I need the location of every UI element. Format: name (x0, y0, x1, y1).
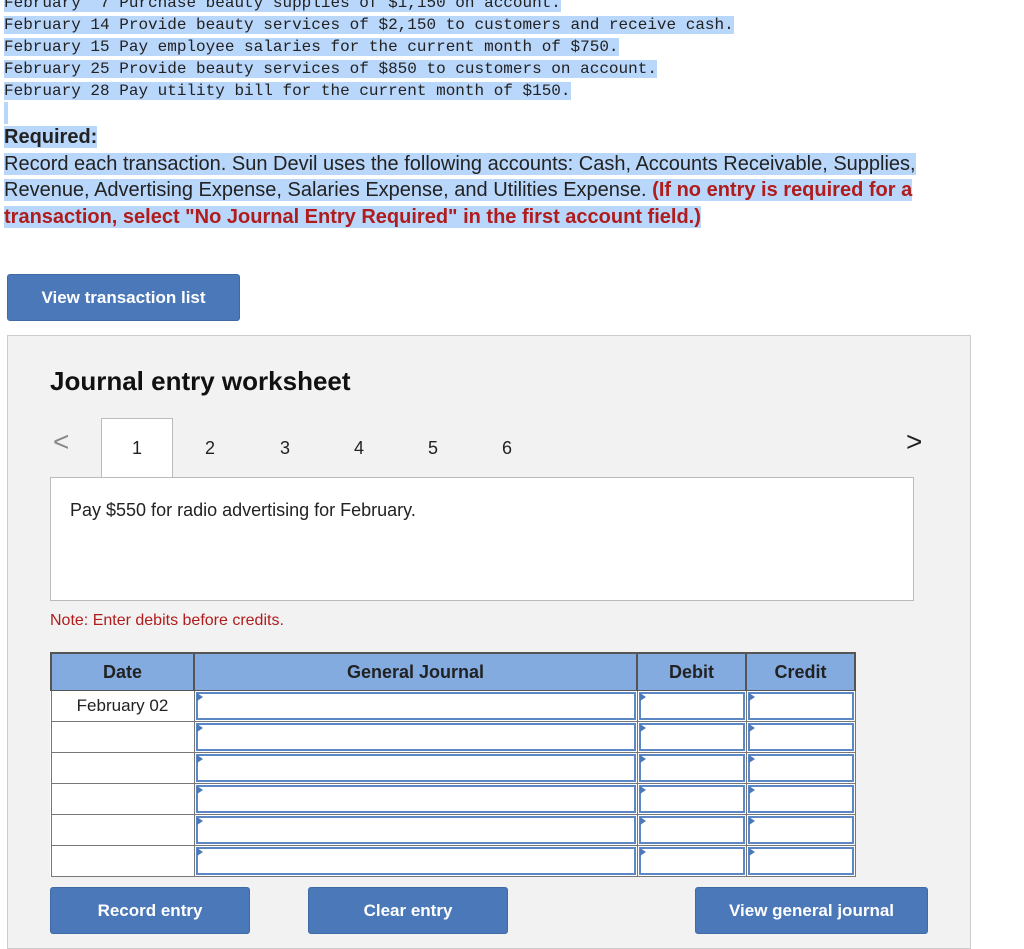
transaction-description-box: Pay $550 for radio advertising for Febru… (50, 477, 914, 601)
required-warning: Journal Entry Required" in the first acc… (226, 205, 701, 228)
debit-cell (636, 814, 747, 846)
debit-cell (636, 845, 747, 877)
date-cell (50, 814, 195, 846)
note-text: Note: Enter debits before credits. (50, 612, 284, 629)
credit-input[interactable] (747, 785, 854, 813)
column-header-credit: Credit (745, 652, 856, 691)
credit-input[interactable] (747, 847, 854, 875)
journal-table: Date General Journal Debit Credit Februa… (50, 652, 856, 877)
column-header-debit: Debit (636, 652, 747, 691)
table-row: February 02 (50, 690, 856, 722)
debit-input[interactable] (638, 785, 745, 813)
date-cell (50, 752, 195, 784)
required-text: Revenue, Advertising Expense, Salaries E… (4, 179, 653, 201)
account-cell (193, 783, 638, 815)
column-header-date: Date (50, 652, 195, 691)
account-input[interactable] (195, 754, 636, 782)
credit-cell (745, 845, 856, 877)
transaction-description: Pay $550 for radio advertising for Febru… (70, 500, 416, 520)
record-entry-button[interactable]: Record entry (50, 887, 250, 934)
journal-entry-worksheet: Journal entry worksheet < 1 2 3 4 5 6 > … (7, 335, 971, 949)
credit-cell (745, 783, 856, 815)
credit-input[interactable] (747, 692, 854, 720)
debit-cell (636, 783, 747, 815)
debit-cell (636, 752, 747, 784)
credit-input[interactable] (747, 816, 854, 844)
date-cell (50, 721, 195, 753)
worksheet-title: Journal entry worksheet (50, 366, 351, 396)
account-cell (193, 690, 638, 722)
column-header-general-journal: General Journal (193, 652, 638, 691)
debit-input[interactable] (638, 692, 745, 720)
tab-6[interactable]: 6 (471, 418, 543, 478)
tab-5[interactable]: 5 (397, 418, 469, 478)
debit-input[interactable] (638, 754, 745, 782)
required-instructions: Required: Record each transaction. Sun D… (4, 124, 1020, 230)
credit-cell (745, 690, 856, 722)
tab-4[interactable]: 4 (323, 418, 395, 478)
credit-cell (745, 814, 856, 846)
account-cell (193, 845, 638, 877)
date-cell: February 02 (50, 690, 195, 722)
transaction-date: February 15 (4, 38, 110, 56)
transaction-date: February 7 (4, 0, 110, 12)
transaction-date: February 25 (4, 60, 110, 78)
credit-input[interactable] (747, 754, 854, 782)
transaction-text: Provide beauty services of $2,150 to cus… (119, 16, 734, 34)
table-row (50, 721, 856, 753)
debit-input[interactable] (638, 723, 745, 751)
credit-cell (745, 721, 856, 753)
tab-3[interactable]: 3 (249, 418, 321, 478)
transaction-text: Purchase beauty supplies of $1,150 on ac… (119, 0, 561, 12)
account-input[interactable] (195, 692, 636, 720)
clear-entry-button[interactable]: Clear entry (308, 887, 508, 934)
debit-cell (636, 721, 747, 753)
transaction-date: February 28 (4, 82, 110, 100)
transaction-date: February 14 (4, 16, 110, 34)
view-general-journal-button[interactable]: View general journal (695, 887, 928, 934)
table-row (50, 752, 856, 784)
date-cell (50, 783, 195, 815)
account-cell (193, 721, 638, 753)
tab-1[interactable]: 1 (101, 418, 173, 478)
view-transaction-list-button[interactable]: View transaction list (7, 274, 240, 321)
transaction-text: Provide beauty services of $850 to custo… (119, 60, 657, 78)
table-row (50, 845, 856, 877)
account-input[interactable] (195, 847, 636, 875)
chevron-right-icon[interactable]: > (906, 426, 922, 458)
tab-2[interactable]: 2 (174, 418, 246, 478)
required-text: Record each transaction. Sun Devil uses … (4, 152, 916, 175)
entry-tabs: < 1 2 3 4 5 6 > (8, 418, 970, 478)
table-row (50, 814, 856, 846)
account-cell (193, 752, 638, 784)
account-cell (193, 814, 638, 846)
credit-cell (745, 752, 856, 784)
debit-cell (636, 690, 747, 722)
debit-input[interactable] (638, 816, 745, 844)
chevron-left-icon[interactable]: < (53, 426, 69, 458)
transaction-text: Pay utility bill for the current month o… (119, 82, 571, 100)
table-header: Date General Journal Debit Credit (50, 652, 856, 691)
account-input[interactable] (195, 816, 636, 844)
credit-input[interactable] (747, 723, 854, 751)
account-input[interactable] (195, 723, 636, 751)
debit-input[interactable] (638, 847, 745, 875)
date-cell (50, 845, 195, 877)
selection-highlight (4, 102, 8, 124)
account-input[interactable] (195, 785, 636, 813)
transaction-text: Pay employee salaries for the current mo… (119, 38, 619, 56)
table-row (50, 783, 856, 815)
required-heading: Required: (4, 126, 98, 148)
